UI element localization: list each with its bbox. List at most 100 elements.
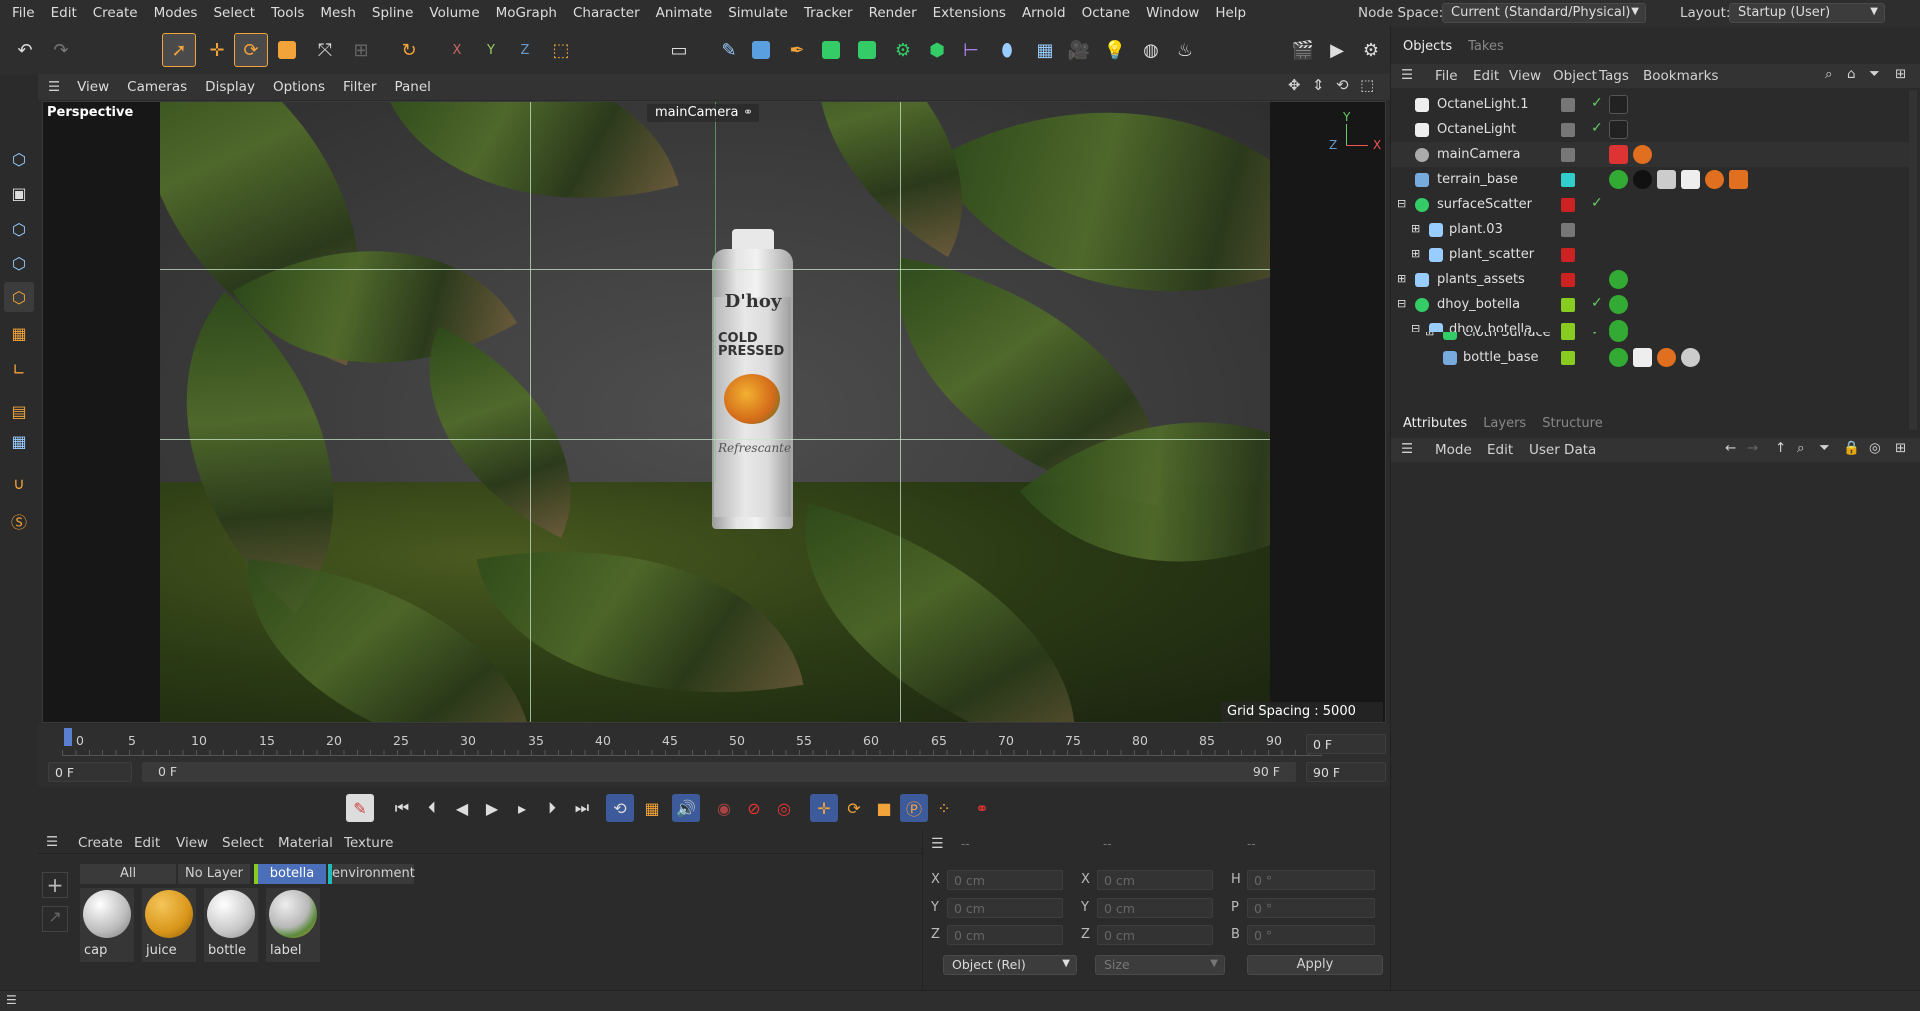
octane-light-tag-icon[interactable]	[1609, 95, 1628, 114]
object-list-scrollbar[interactable]	[1909, 90, 1917, 430]
layer-swatch[interactable]	[1561, 351, 1575, 365]
forward-arrow-icon[interactable]: →	[1747, 440, 1758, 456]
layer-tab-no-layer[interactable]: No Layer	[178, 864, 250, 884]
rotate-view-icon[interactable]: ⟲	[1336, 76, 1349, 94]
collapse-icon[interactable]: ⊟	[1397, 197, 1406, 210]
record-icon[interactable]: ◉	[710, 794, 738, 822]
material-arrow-icon[interactable]: ↗	[42, 906, 68, 932]
object-row[interactable]: ⊟ surfaceScatter ✓	[1391, 192, 1909, 217]
layer-tab-environment[interactable]: environment	[328, 864, 415, 884]
autokey-icon[interactable]: ⊘	[740, 794, 768, 822]
rotation-b-field[interactable]: 0 °	[1247, 925, 1375, 945]
size-y-field[interactable]: 0 cm	[1097, 898, 1213, 918]
key-position-icon[interactable]: ✛	[810, 794, 838, 822]
key-scale-icon[interactable]: ■	[870, 794, 898, 822]
rotation-h-field[interactable]: 0 °	[1247, 870, 1375, 890]
objects-menu-bookmarks[interactable]: Bookmarks	[1643, 68, 1718, 84]
enabled-check-icon[interactable]: ✓	[1591, 332, 1603, 339]
camera-icon[interactable]: 🎥	[1062, 33, 1096, 67]
placement-tool-icon[interactable]: ⊞	[344, 33, 378, 67]
menu-spline[interactable]: Spline	[364, 5, 422, 21]
material-menu-edit[interactable]: Edit	[134, 835, 160, 851]
object-row[interactable]: ⊟ dhoy_botella ✓	[1391, 292, 1909, 317]
start-frame-field[interactable]: 0 F	[48, 762, 132, 782]
hamburger-icon[interactable]: ☰	[38, 79, 68, 95]
add-material-icon[interactable]: +	[42, 872, 68, 898]
timeline[interactable]: 0 5 10 15 20 25 30 35 40 45 50 55 60 65 …	[38, 724, 1390, 786]
pen-icon[interactable]: ✒	[780, 33, 814, 67]
position-y-field[interactable]: 0 cm	[947, 898, 1063, 918]
transform-tool-icon[interactable]: ⤧	[308, 33, 342, 67]
clapper-icon[interactable]: 🎬	[1286, 33, 1320, 67]
material-swatch[interactable]: cap	[80, 888, 134, 962]
object-row[interactable]: ⊞ plants_assets	[1391, 267, 1909, 292]
material-tag-icon[interactable]	[1681, 170, 1700, 189]
points-mode-icon[interactable]: ⬡	[4, 214, 34, 244]
camera-tag-icon[interactable]	[1609, 145, 1628, 164]
rotation-p-field[interactable]: 0 °	[1247, 898, 1375, 918]
next-key-icon[interactable]: ⏵	[538, 794, 566, 822]
protection-tag-icon[interactable]	[1633, 145, 1652, 164]
viewport-menu-filter[interactable]: Filter	[334, 79, 385, 95]
cloner-icon[interactable]: ⚙	[886, 33, 920, 67]
material-tag-icon[interactable]	[1633, 348, 1652, 367]
material-tag-icon[interactable]	[1633, 170, 1652, 189]
next-frame-icon[interactable]: ▸	[508, 794, 536, 822]
object-row[interactable]: ⊞ Cloth Surface ✓	[1391, 332, 1909, 345]
material-tag-icon[interactable]	[1657, 170, 1676, 189]
settings-icon[interactable]: ◎	[1869, 440, 1881, 456]
dhoy-bottle[interactable]: D'hoy COLD PRESSED Refrescante	[710, 229, 795, 529]
expand-icon[interactable]: ⊞	[1425, 332, 1434, 338]
node-space-dropdown[interactable]: Current (Standard/Physical) ▼	[1442, 3, 1646, 23]
layer-swatch[interactable]	[1561, 98, 1575, 112]
polygons-mode-icon[interactable]: ⬡	[4, 282, 34, 312]
material-swatch[interactable]: juice	[142, 888, 196, 962]
render-to-picture-viewer-icon[interactable]: ▶	[1320, 33, 1354, 67]
attributes-menu-edit[interactable]: Edit	[1487, 442, 1513, 458]
hamburger-icon[interactable]: ☰	[6, 993, 17, 1007]
magnet-icon[interactable]: ∪	[4, 468, 34, 498]
home-icon[interactable]: ⌂	[1847, 66, 1856, 82]
menu-octane[interactable]: Octane	[1074, 5, 1138, 21]
select-tool-icon[interactable]: ➚	[162, 33, 196, 67]
menu-help[interactable]: Help	[1207, 5, 1254, 21]
render-region-icon[interactable]: ▭	[662, 33, 696, 67]
search-icon[interactable]: ⌕	[1825, 66, 1833, 82]
s-plugin-icon[interactable]: Ⓢ	[4, 506, 34, 536]
attributes-menu-user-data[interactable]: User Data	[1529, 442, 1596, 458]
menu-select[interactable]: Select	[205, 5, 263, 21]
key-parameter-icon[interactable]: Ⓟ	[900, 794, 928, 822]
phong-tag-icon[interactable]	[1609, 295, 1628, 314]
object-row[interactable]: ⊞ plant.03	[1391, 217, 1909, 242]
enabled-check-icon[interactable]: ✓	[1591, 95, 1603, 111]
coordinate-mode-select[interactable]: Object (Rel) ▼	[943, 955, 1077, 975]
viewport-menu-view[interactable]: View	[68, 79, 118, 95]
attributes-menu-mode[interactable]: Mode	[1435, 442, 1472, 458]
viewport-menu-display[interactable]: Display	[196, 79, 264, 95]
enabled-check-icon[interactable]: ✓	[1591, 120, 1603, 136]
material-swatch[interactable]: bottle	[204, 888, 258, 962]
layer-swatch[interactable]	[1561, 273, 1575, 287]
axis-mode-icon[interactable]: ∟	[4, 354, 34, 384]
snap-grid-icon[interactable]: ▤	[4, 396, 34, 426]
objects-menu-object[interactable]: Object	[1553, 68, 1597, 84]
z-axis-lock-icon[interactable]: Z	[508, 33, 542, 67]
size-z-field[interactable]: 0 cm	[1097, 925, 1213, 945]
layer-swatch[interactable]	[1561, 173, 1575, 187]
mograph-icon[interactable]: ⬢	[920, 33, 954, 67]
phong-tag-icon[interactable]	[1609, 332, 1628, 342]
phong-tag-icon[interactable]	[1609, 170, 1628, 189]
object-row[interactable]: ⊞ plant_scatter	[1391, 242, 1909, 267]
enabled-check-icon[interactable]: ✓	[1591, 195, 1603, 211]
menu-tools[interactable]: Tools	[263, 5, 312, 21]
material-swatch[interactable]: label	[266, 888, 320, 962]
layer-swatch[interactable]	[1561, 198, 1575, 212]
move-view-icon[interactable]: ✥	[1288, 76, 1301, 94]
previous-frame-icon[interactable]: ◀	[448, 794, 476, 822]
object-row[interactable]: OctaneLight ✓	[1391, 117, 1909, 142]
zoom-view-icon[interactable]: ⇕	[1312, 76, 1325, 94]
layout-dropdown[interactable]: Startup (User) ▼	[1729, 3, 1885, 23]
menu-character[interactable]: Character	[565, 5, 648, 21]
object-row[interactable]: OctaneLight.1 ✓	[1391, 92, 1909, 117]
play-icon[interactable]: ▶	[478, 794, 506, 822]
